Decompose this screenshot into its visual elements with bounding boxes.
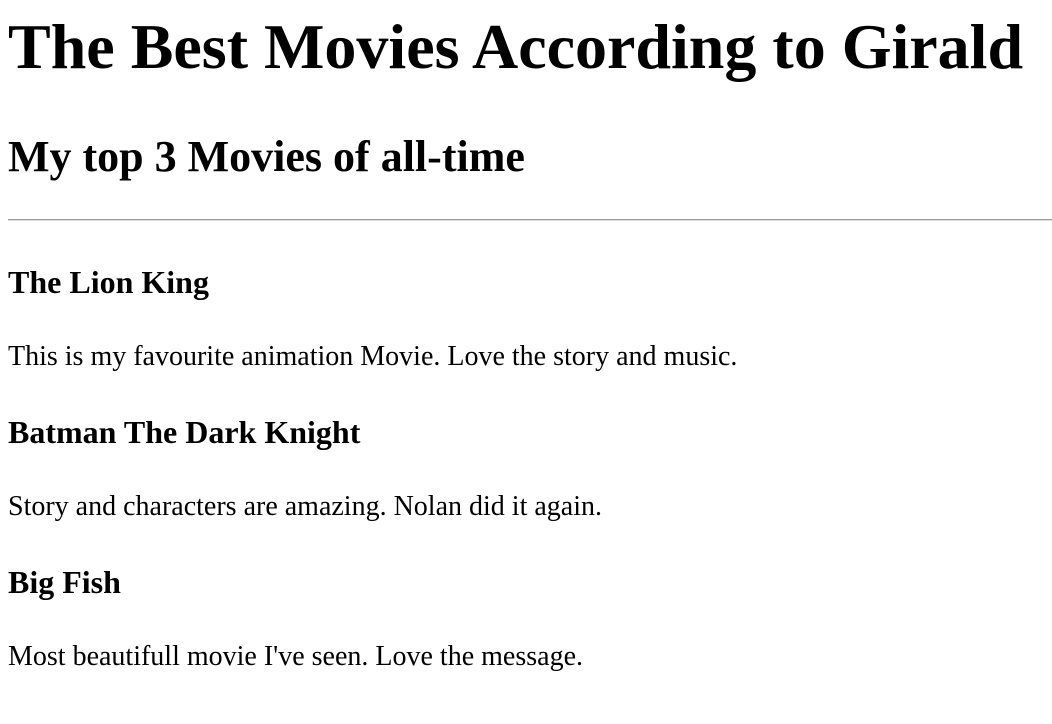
movie-title: The Lion King <box>8 264 209 301</box>
movie-title: Batman The Dark Knight <box>8 414 361 451</box>
page-title: The Best Movies According to Girald <box>8 11 1024 82</box>
page-subtitle: My top 3 Movies of all-time <box>8 131 525 181</box>
movie-description: Most beautifull movie I've seen. Love th… <box>8 640 583 672</box>
movie-item-lion-king: The Lion King This is my favourite anima… <box>8 263 1052 373</box>
movie-item-dark-knight: Batman The Dark Knight Story and charact… <box>8 413 1052 523</box>
movie-description: Story and characters are amazing. Nolan … <box>8 490 602 522</box>
divider <box>8 219 1052 222</box>
movie-description: This is my favourite animation Movie. Lo… <box>8 340 738 372</box>
movie-title: Big Fish <box>8 564 121 601</box>
movie-item-big-fish: Big Fish Most beautifull movie I've seen… <box>8 563 1052 673</box>
